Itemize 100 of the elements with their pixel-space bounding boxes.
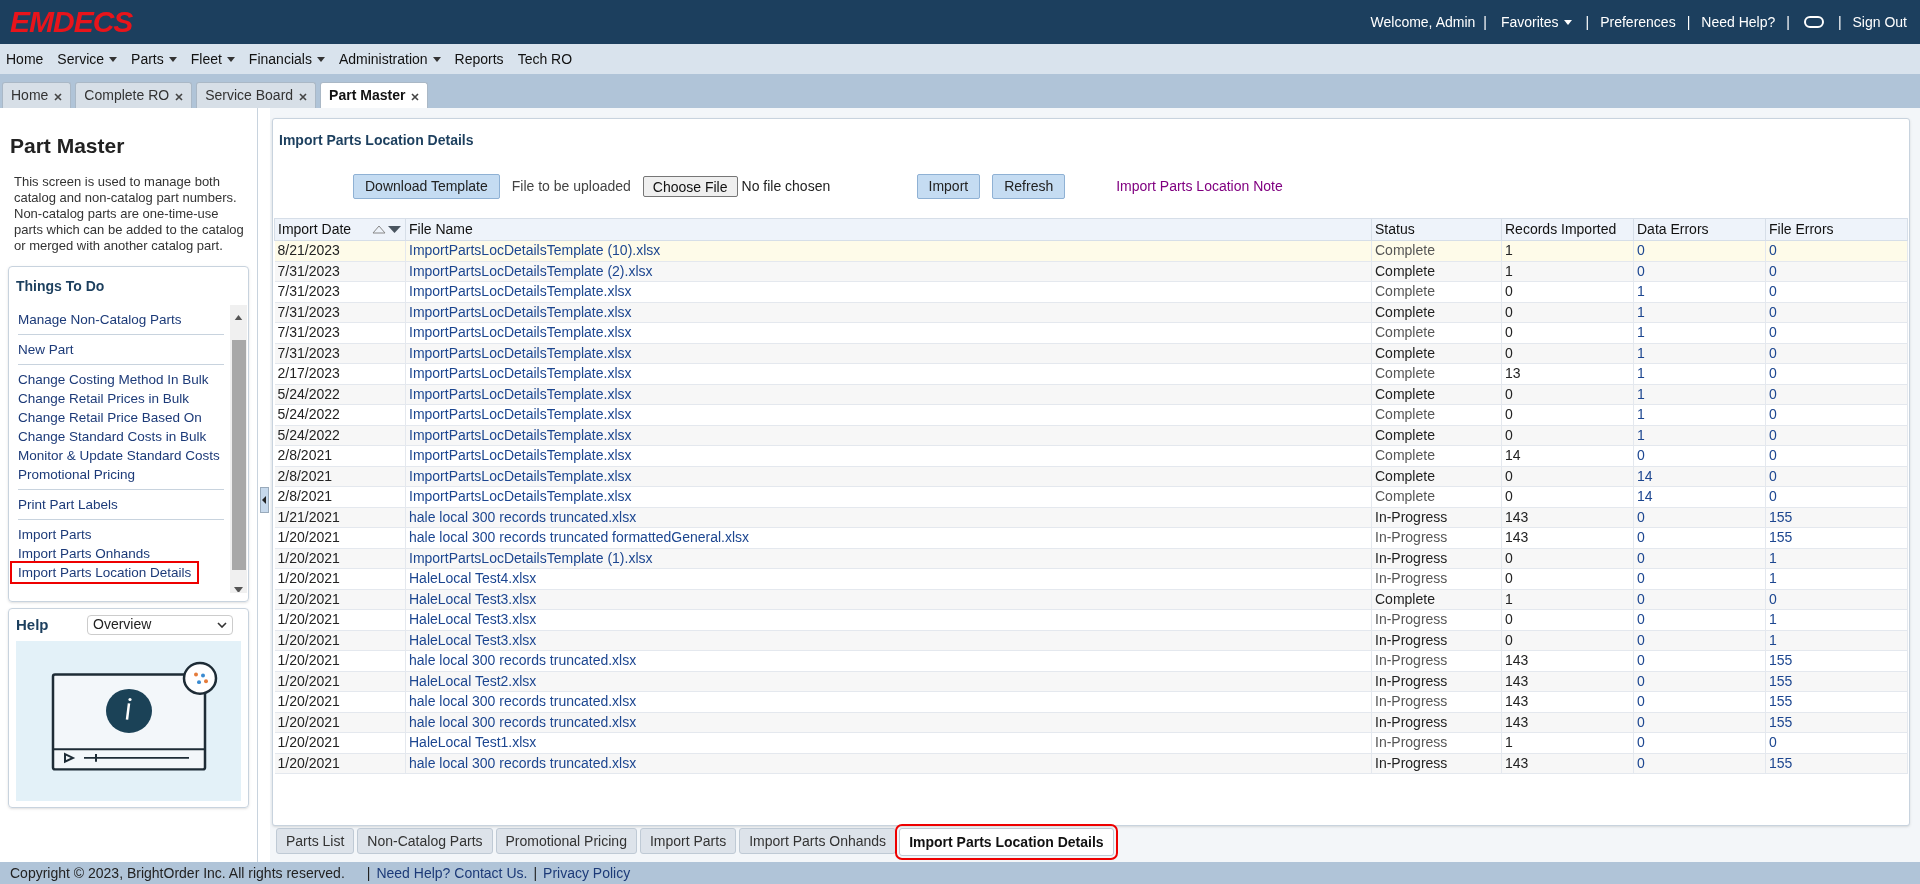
column-header[interactable]: Data Errors [1633,218,1766,241]
table-link[interactable]: hale local 300 records truncated.xlsx [405,712,1372,733]
task-link[interactable]: Import Parts Location Details [12,562,198,582]
tab[interactable]: Part Master [320,82,429,108]
task-link[interactable]: Promotional Pricing [18,464,224,484]
table-link[interactable]: 0 [1633,753,1766,774]
column-header[interactable]: Status [1371,218,1502,241]
choose-file-button[interactable]: Choose File [642,175,738,197]
help-topic-select[interactable]: Overview [87,614,233,635]
task-link[interactable]: Print Part Labels [18,494,224,514]
table-link[interactable]: ImportPartsLocDetailsTemplate.xlsx [405,404,1372,425]
table-link[interactable]: 0 [1765,425,1908,446]
table-link[interactable]: ImportPartsLocDetailsTemplate.xlsx [405,343,1372,364]
table-link[interactable]: 1 [1633,363,1766,384]
table-link[interactable]: hale local 300 records truncated.xlsx [405,650,1372,671]
table-link[interactable]: 0 [1765,281,1908,302]
table-link[interactable]: 0 [1765,732,1908,753]
table-link[interactable]: 1 [1765,568,1908,589]
table-link[interactable]: ImportPartsLocDetailsTemplate (1).xlsx [405,548,1372,569]
column-header[interactable]: File Name [405,218,1372,241]
table-link[interactable]: 0 [1633,671,1766,692]
menu-item[interactable]: Administration [338,48,441,70]
table-row[interactable]: 1/20/2021 hale local 300 records truncated.xlsx In-Progress 143 0 155 [274,753,1908,774]
table-link[interactable]: hale local 300 records truncated.xlsx [405,507,1372,528]
note-link[interactable]: Import Parts Location Note [1116,175,1283,197]
table-link[interactable]: 0 [1765,322,1908,343]
task-link[interactable]: Change Standard Costs in Bulk [18,426,224,446]
table-link[interactable]: 1 [1765,609,1908,630]
task-link[interactable]: Change Retail Prices in Bulk [18,388,224,408]
table-row[interactable]: 1/20/2021 hale local 300 records truncated.xlsx In-Progress 143 0 155 [274,650,1908,671]
task-link[interactable]: Change Costing Method In Bulk [18,369,224,389]
table-row[interactable]: 2/8/2021 ImportPartsLocDetailsTemplate.xlsx Complete 14 0 0 [274,445,1908,466]
table-link[interactable]: 0 [1633,630,1766,651]
table-link[interactable]: 0 [1765,589,1908,610]
table-row[interactable]: 5/24/2022 ImportPartsLocDetailsTemplate.xlsx Complete 0 1 0 [274,404,1908,425]
sort-icon[interactable] [372,225,402,234]
table-link[interactable]: 0 [1633,240,1766,261]
column-header[interactable]: File Errors [1765,218,1908,241]
tab[interactable]: Non-Catalog Parts [357,828,493,854]
help-video-drawing[interactable] [16,641,241,801]
table-link[interactable]: 14 [1633,486,1766,507]
table-row[interactable]: 1/20/2021 HaleLocal Test1.xlsx In-Progress 1 0 0 [274,732,1908,753]
table-row[interactable]: 7/31/2023 ImportPartsLocDetailsTemplate.xlsx Complete 0 1 0 [274,343,1908,364]
table-row[interactable]: 1/20/2021 HaleLocal Test4.xlsx In-Progress 0 0 1 [274,568,1908,589]
table-link[interactable]: ImportPartsLocDetailsTemplate.xlsx [405,425,1372,446]
table-row[interactable]: 7/31/2023 ImportPartsLocDetailsTemplate.xlsx Complete 0 1 0 [274,322,1908,343]
tab[interactable]: Promotional Pricing [495,828,637,854]
close-icon[interactable] [54,93,63,101]
table-link[interactable]: ImportPartsLocDetailsTemplate.xlsx [405,363,1372,384]
task-link[interactable]: Change Retail Price Based On [18,407,224,427]
table-link[interactable]: 155 [1765,691,1908,712]
table-row[interactable]: 2/8/2021 ImportPartsLocDetailsTemplate.xlsx Complete 0 14 0 [274,486,1908,507]
menu-item[interactable]: Service [57,48,118,70]
table-row[interactable]: 1/20/2021 ImportPartsLocDetailsTemplate (1).xlsx In-Progress 0 0 1 [274,548,1908,569]
table-link[interactable]: 1 [1633,343,1766,364]
table-link[interactable]: ImportPartsLocDetailsTemplate.xlsx [405,466,1372,487]
table-link[interactable]: 1 [1765,548,1908,569]
tab[interactable]: Home [2,82,72,108]
tab[interactable]: Parts List [276,828,355,854]
table-link[interactable]: 0 [1765,261,1908,282]
table-link[interactable]: 0 [1633,527,1766,548]
table-link[interactable]: 1 [1633,404,1766,425]
table-link[interactable]: 155 [1765,650,1908,671]
header-link[interactable]: Sign Out [1852,11,1907,33]
import-button[interactable]: Import [916,173,981,199]
table-link[interactable]: ImportPartsLocDetailsTemplate.xlsx [405,281,1372,302]
table-link[interactable]: 0 [1765,384,1908,405]
table-link[interactable]: 0 [1765,302,1908,323]
table-link[interactable]: ImportPartsLocDetailsTemplate.xlsx [405,445,1372,466]
table-row[interactable]: 7/31/2023 ImportPartsLocDetailsTemplate.xlsx Complete 0 1 0 [274,302,1908,323]
menu-item[interactable]: Tech RO [517,48,573,70]
task-link[interactable]: New Part [18,339,224,359]
table-link[interactable]: hale local 300 records truncated.xlsx [405,691,1372,712]
table-link[interactable]: HaleLocal Test1.xlsx [405,732,1372,753]
table-link[interactable]: 0 [1633,712,1766,733]
table-link[interactable]: 0 [1633,507,1766,528]
table-row[interactable]: 1/20/2021 hale local 300 records truncated formattedGeneral.xlsx In-Progress 143 0 155 [274,527,1908,548]
close-icon[interactable] [299,93,308,101]
table-link[interactable]: ImportPartsLocDetailsTemplate.xlsx [405,384,1372,405]
table-link[interactable]: ImportPartsLocDetailsTemplate (2).xlsx [405,261,1372,282]
table-link[interactable]: 155 [1765,671,1908,692]
table-link[interactable]: HaleLocal Test3.xlsx [405,589,1372,610]
table-link[interactable]: 0 [1633,445,1766,466]
tab[interactable]: Service Board [196,82,317,108]
table-link[interactable]: 1 [1633,281,1766,302]
table-link[interactable]: 0 [1765,466,1908,487]
table-link[interactable]: 0 [1765,404,1908,425]
menu-item[interactable]: Parts [131,48,177,70]
table-link[interactable]: 1 [1633,384,1766,405]
menu-item[interactable]: Home [6,48,44,70]
table-link[interactable]: HaleLocal Test2.xlsx [405,671,1372,692]
menu-item[interactable]: Reports [454,48,504,70]
table-row[interactable]: 7/31/2023 ImportPartsLocDetailsTemplate (2).xlsx Complete 1 0 0 [274,261,1908,282]
scroll-up-icon[interactable] [234,314,243,321]
scroll-down-icon[interactable] [234,586,243,593]
favorites-menu[interactable]: Favorites [1500,11,1572,33]
task-link[interactable]: Monitor & Update Standard Costs [18,445,224,465]
table-row[interactable]: 1/20/2021 HaleLocal Test3.xlsx In-Progress 0 0 1 [274,630,1908,651]
table-row[interactable]: 1/20/2021 HaleLocal Test3.xlsx In-Progress 0 0 1 [274,609,1908,630]
tab[interactable]: Import Parts [639,828,737,854]
